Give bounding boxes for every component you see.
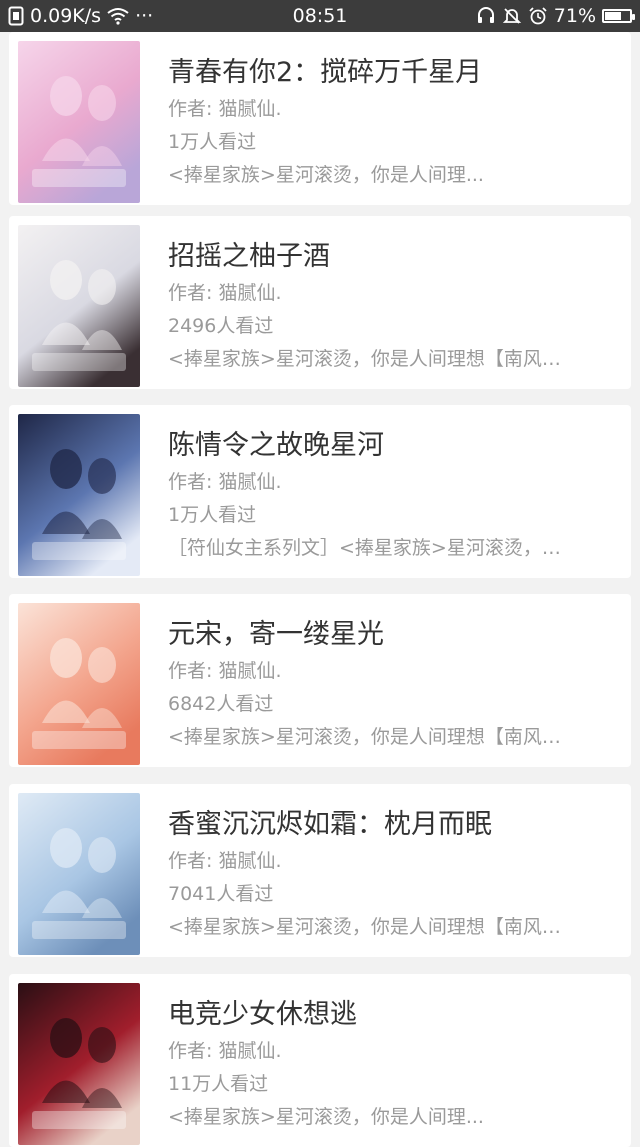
network-speed: 0.09K/s <box>30 5 102 27</box>
book-cover[interactable] <box>18 225 140 387</box>
book-description: <捧星家族>星河滚烫，你是人间理... <box>168 1106 484 1128</box>
book-description: ［符仙女主系列文］<捧星家族>星河滚烫，… <box>168 537 561 559</box>
book-title: 青春有你2：搅碎万千星月 <box>168 57 483 88</box>
book-description: <捧星家族>星河滚烫，你是人间理想【南风… <box>168 916 561 938</box>
book-description: <捧星家族>星河滚烫，你是人间理想【南风… <box>168 348 561 370</box>
book-cover[interactable] <box>18 793 140 955</box>
book-views: 2496人看过 <box>168 315 274 337</box>
book-description: <捧星家族>星河滚烫，你是人间理想【南风… <box>168 726 561 748</box>
book-author: 作者: 猫腻仙. <box>168 282 282 304</box>
book-author: 作者: 猫腻仙. <box>168 660 282 682</box>
book-views: 6842人看过 <box>168 693 274 715</box>
mute-icon <box>502 6 522 26</box>
book-title: 电竞少女休想逃 <box>168 999 357 1030</box>
book-description: <捧星家族>星河滚烫，你是人间理... <box>168 164 484 186</box>
book-views: 1万人看过 <box>168 504 257 526</box>
book-card[interactable]: 香蜜沉沉烬如霜：枕月而眠作者: 猫腻仙. 7041人看过 <捧星家族>星河滚烫，你是… <box>9 784 631 957</box>
sim-icon <box>8 6 24 26</box>
status-bar: 0.09K/s ··· 08:51 71% <box>0 0 640 32</box>
book-author: 作者: 猫腻仙. <box>168 850 282 872</box>
book-cover[interactable] <box>18 603 140 765</box>
book-card[interactable]: 元宋，寄一缕星光作者: 猫腻仙. 6842人看过 <捧星家族>星河滚烫，你是人间理想… <box>9 594 631 767</box>
book-title: 陈情令之故晚星河 <box>168 430 384 461</box>
book-author: 作者: 猫腻仙. <box>168 98 282 120</box>
alarm-icon <box>528 6 548 26</box>
book-title: 元宋，寄一缕星光 <box>168 619 384 650</box>
book-title: 招摇之柚子酒 <box>168 241 330 272</box>
book-cover[interactable] <box>18 41 140 203</box>
book-views: 7041人看过 <box>168 883 274 905</box>
book-views: 11万人看过 <box>168 1073 269 1095</box>
headset-icon <box>476 6 496 26</box>
battery-icon <box>602 9 635 23</box>
book-author: 作者: 猫腻仙. <box>168 471 282 493</box>
book-views: 1万人看过 <box>168 131 257 153</box>
book-card[interactable]: 陈情令之故晚星河作者: 猫腻仙. 1万人看过 ［符仙女主系列文］<捧星家族>星河滚烫… <box>9 405 631 578</box>
wifi-icon <box>107 7 129 25</box>
book-card[interactable]: 招摇之柚子酒作者: 猫腻仙. 2496人看过 <捧星家族>星河滚烫，你是人间理想【南… <box>9 216 631 389</box>
book-card[interactable]: 电竞少女休想逃作者: 猫腻仙. 11万人看过 <捧星家族>星河滚烫，你是人间理... <box>9 974 631 1147</box>
book-cover[interactable] <box>18 983 140 1145</box>
battery-percent: 71% <box>553 5 596 27</box>
book-cover[interactable] <box>18 414 140 576</box>
book-author: 作者: 猫腻仙. <box>168 1040 282 1062</box>
book-card[interactable]: 青春有你2：搅碎万千星月作者: 猫腻仙. 1万人看过 <捧星家族>星河滚烫，你是人间… <box>9 32 631 205</box>
more-notifications: ··· <box>135 5 154 27</box>
book-title: 香蜜沉沉烬如霜：枕月而眠 <box>168 809 492 840</box>
